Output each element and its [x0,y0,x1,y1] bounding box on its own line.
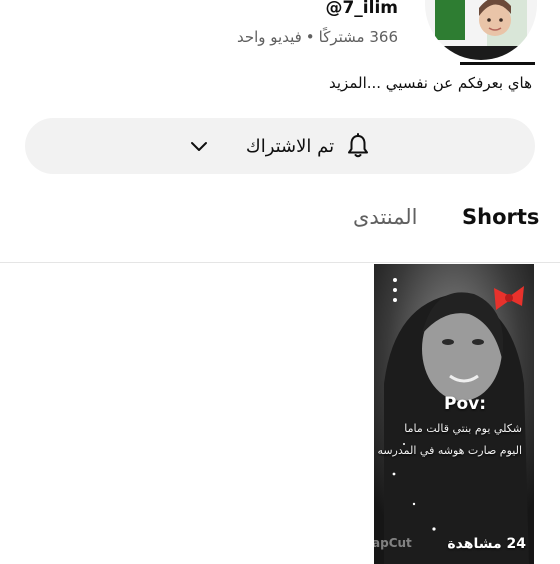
channel-tabs: Shorts المنتدى [0,195,560,263]
short-view-count: 24 مشاهدة [447,536,526,552]
short-thumbnail-image [374,264,534,564]
short-overlay-title: Pov: [444,394,487,414]
active-tab-indicator [460,62,535,65]
tabs-divider [0,262,560,263]
subscribed-button[interactable]: تم الاشتراك [25,118,535,174]
subscriber-count: 366 مشتركًا [318,28,398,46]
channel-stats: 366 مشتركًا•فيديو واحد [237,28,398,46]
stats-separator: • [305,28,315,46]
subscribed-label: تم الاشتراك [245,135,335,157]
chevron-down-icon [188,135,210,157]
channel-avatar[interactable] [425,0,537,60]
capcut-watermark: apCut [374,536,412,550]
bell-icon [344,132,372,160]
channel-description[interactable]: هاي بعرفكم عن نفسيي ...المزيد [329,74,532,92]
tab-community[interactable]: المنتدى [353,205,418,229]
short-overlay-line-1: شكلي يوم بنتي قالت ماما [404,422,522,435]
video-count: فيديو واحد [236,28,302,46]
short-thumbnail[interactable]: Pov: شكلي يوم بنتي قالت ماما اليوم صارت … [374,264,534,564]
short-overlay-line-2: اليوم صارت هوشه في المدرسه [377,444,522,457]
more-vert-icon[interactable] [388,278,402,302]
channel-handle: @7_ilim [325,0,398,18]
tab-shorts[interactable]: Shorts [462,205,539,229]
